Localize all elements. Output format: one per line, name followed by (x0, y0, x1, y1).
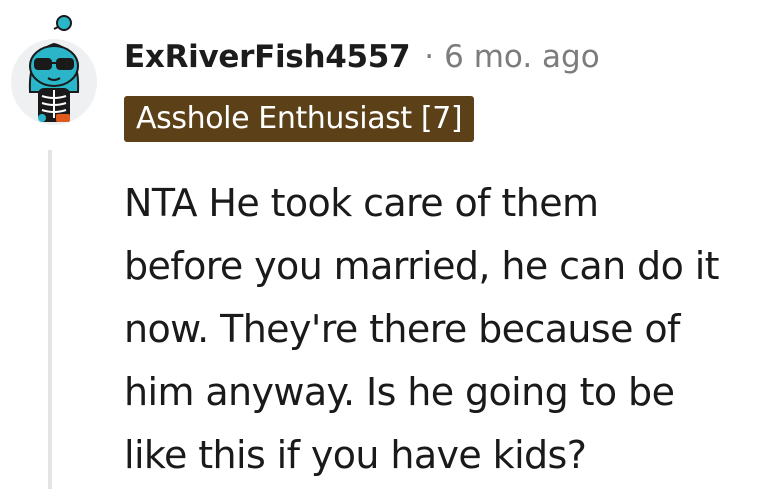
avatar-hand (38, 114, 46, 122)
separator-dot: · (424, 39, 435, 75)
comment-body-line: him anyway. Is he going to be (124, 370, 675, 414)
username-link[interactable]: ExRiverFish4557 (124, 39, 411, 75)
user-flair: Asshole Enthusiast [7] (124, 96, 475, 142)
avatar-book (56, 114, 70, 122)
avatar[interactable] (8, 14, 104, 126)
comment-body-line: NTA He took care of them (124, 181, 599, 225)
comment: ExRiverFish4557 · 6 mo. ago Asshole Enth… (0, 0, 783, 489)
timestamp-link[interactable]: 6 mo. ago (444, 39, 600, 75)
sunglasses-left-lens (34, 58, 52, 70)
comment-body-line: before you married, he can do it (124, 244, 720, 288)
comment-body: NTA He took care of them before you marr… (124, 172, 774, 487)
avatar-antenna-ball (56, 15, 72, 31)
comment-header: ExRiverFish4557 · 6 mo. ago (124, 34, 600, 80)
sunglasses-right-lens (56, 58, 74, 70)
thread-line[interactable] (48, 150, 52, 489)
comment-body-line: now. They're there because of (124, 307, 680, 351)
comment-body-line: like this if you have kids? (124, 433, 587, 477)
